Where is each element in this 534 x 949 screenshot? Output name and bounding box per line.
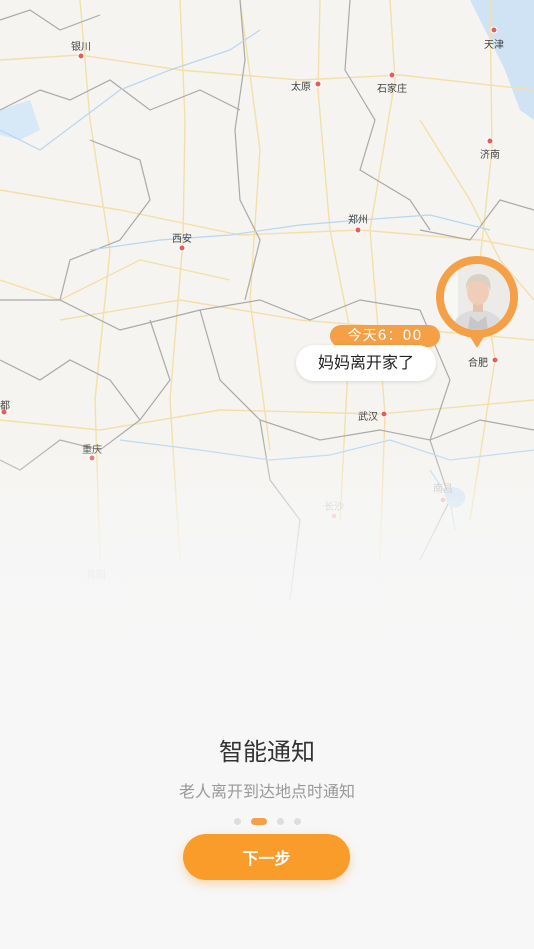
city-dot	[380, 410, 388, 418]
location-pin[interactable]	[436, 256, 518, 352]
page-dot-2[interactable]	[250, 818, 267, 825]
map-view[interactable]: 银川 太原 石家庄 天津 济南 郑州 西安 合肥 武汉 都 重庆 长沙 南昌 贵…	[0, 0, 534, 660]
page-dot-3[interactable]	[276, 818, 284, 825]
notification-bubble: 妈妈离开家了	[296, 345, 436, 381]
city-label-hefei: 合肥	[468, 358, 488, 369]
city-label-yinchuan: 银川	[71, 42, 91, 53]
pin-tail	[466, 330, 488, 348]
city-dot	[77, 52, 85, 60]
city-label-tianjin: 天津	[484, 40, 504, 51]
city-dot	[491, 356, 499, 364]
city-label-zhengzhou: 郑州	[348, 215, 368, 226]
city-dot	[354, 226, 362, 234]
time-badge: 今天6：00	[330, 325, 440, 347]
city-dot	[486, 137, 494, 145]
page-dot-1[interactable]	[233, 818, 241, 825]
avatar-portrait	[444, 264, 510, 330]
city-label-xian: 西安	[172, 234, 192, 245]
city-label-chengdu: 都	[0, 401, 10, 412]
city-dot	[178, 244, 186, 252]
city-label-shijiazhuang: 石家庄	[377, 84, 407, 95]
city-dot	[388, 71, 396, 79]
next-button[interactable]: 下一步	[183, 834, 350, 880]
feature-title: 智能通知	[219, 738, 315, 766]
page-indicator	[0, 818, 534, 826]
city-dot	[314, 80, 322, 88]
city-label-wuhan: 武汉	[358, 412, 378, 423]
city-label-taiyuan: 太原	[291, 82, 311, 93]
page-dot-4[interactable]	[293, 818, 301, 825]
map-fade-overlay	[0, 430, 534, 660]
city-label-jinan: 济南	[480, 150, 500, 161]
city-dot	[490, 26, 498, 34]
avatar	[444, 264, 510, 330]
onboarding-screen: 银川 太原 石家庄 天津 济南 郑州 西安 合肥 武汉 都 重庆 长沙 南昌 贵…	[0, 0, 534, 949]
feature-subtitle: 老人离开到达地点时通知	[178, 782, 355, 801]
